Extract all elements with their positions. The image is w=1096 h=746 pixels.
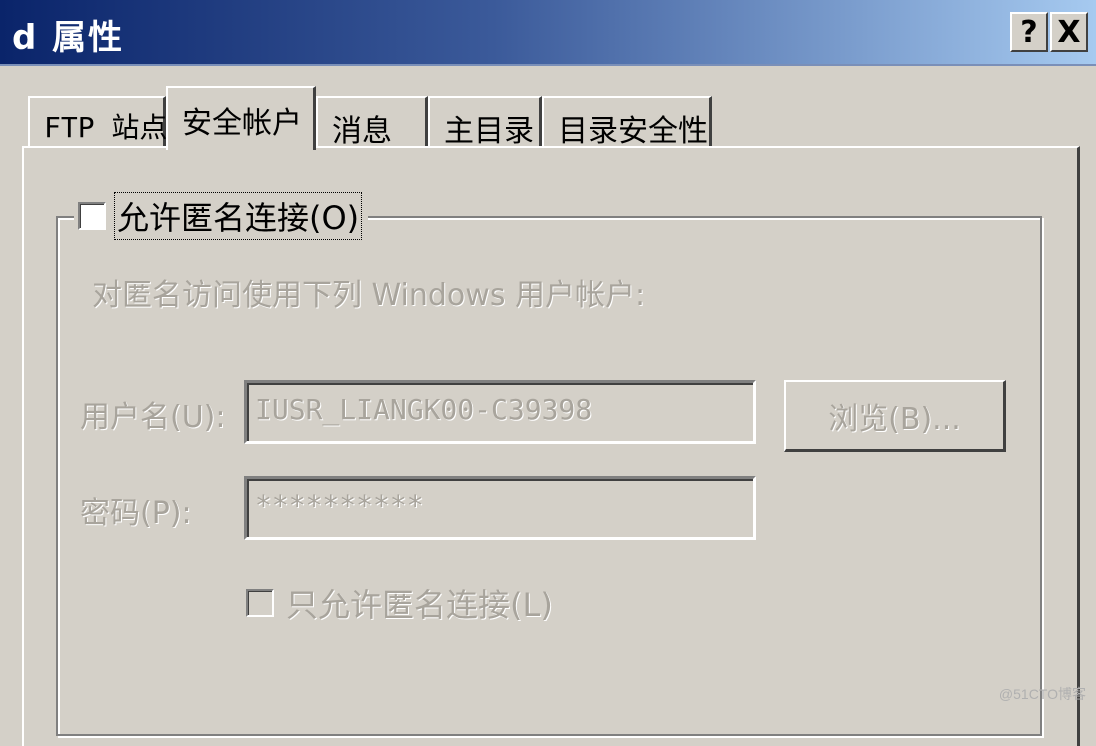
close-icon: X: [1057, 14, 1081, 50]
anonymous-only-label[interactable]: 只允许匿名连接(L): [286, 580, 553, 626]
help-button[interactable]: ?: [1010, 12, 1048, 52]
tab-ftp-site[interactable]: FTP 站点: [28, 96, 167, 148]
tab-messages[interactable]: 消息: [316, 96, 428, 149]
allow-anonymous-checkbox-row[interactable]: 允许匿名连接(O): [74, 192, 369, 240]
tab-home-directory[interactable]: 主目录: [428, 96, 542, 149]
allow-anonymous-checkbox[interactable]: [78, 202, 106, 230]
browse-button[interactable]: 浏览(B)...: [784, 380, 1006, 452]
username-label: 用户名(U):: [80, 400, 226, 435]
anonymous-account-description: 对匿名访问使用下列 Windows 用户帐户:: [92, 278, 646, 313]
password-field[interactable]: **********: [244, 476, 756, 540]
anonymous-only-checkbox[interactable]: [246, 589, 274, 617]
window-title: d 属性: [12, 18, 125, 58]
watermark: @51CTO博客: [998, 686, 1086, 702]
allow-anonymous-label[interactable]: 允许匿名连接(O): [114, 192, 363, 240]
username-field[interactable]: IUSR_LIANGK00-C39398: [244, 380, 756, 444]
tab-directory-security[interactable]: 目录安全性: [542, 96, 712, 149]
title-bar: d 属性 ? X: [0, 0, 1096, 66]
anonymous-only-checkbox-row[interactable]: 只允许匿名连接(L): [246, 580, 553, 626]
close-button[interactable]: X: [1050, 12, 1088, 52]
help-icon: ?: [1020, 14, 1038, 50]
password-label: 密码(P):: [80, 496, 192, 531]
tab-security-accounts[interactable]: 安全帐户: [166, 86, 316, 150]
